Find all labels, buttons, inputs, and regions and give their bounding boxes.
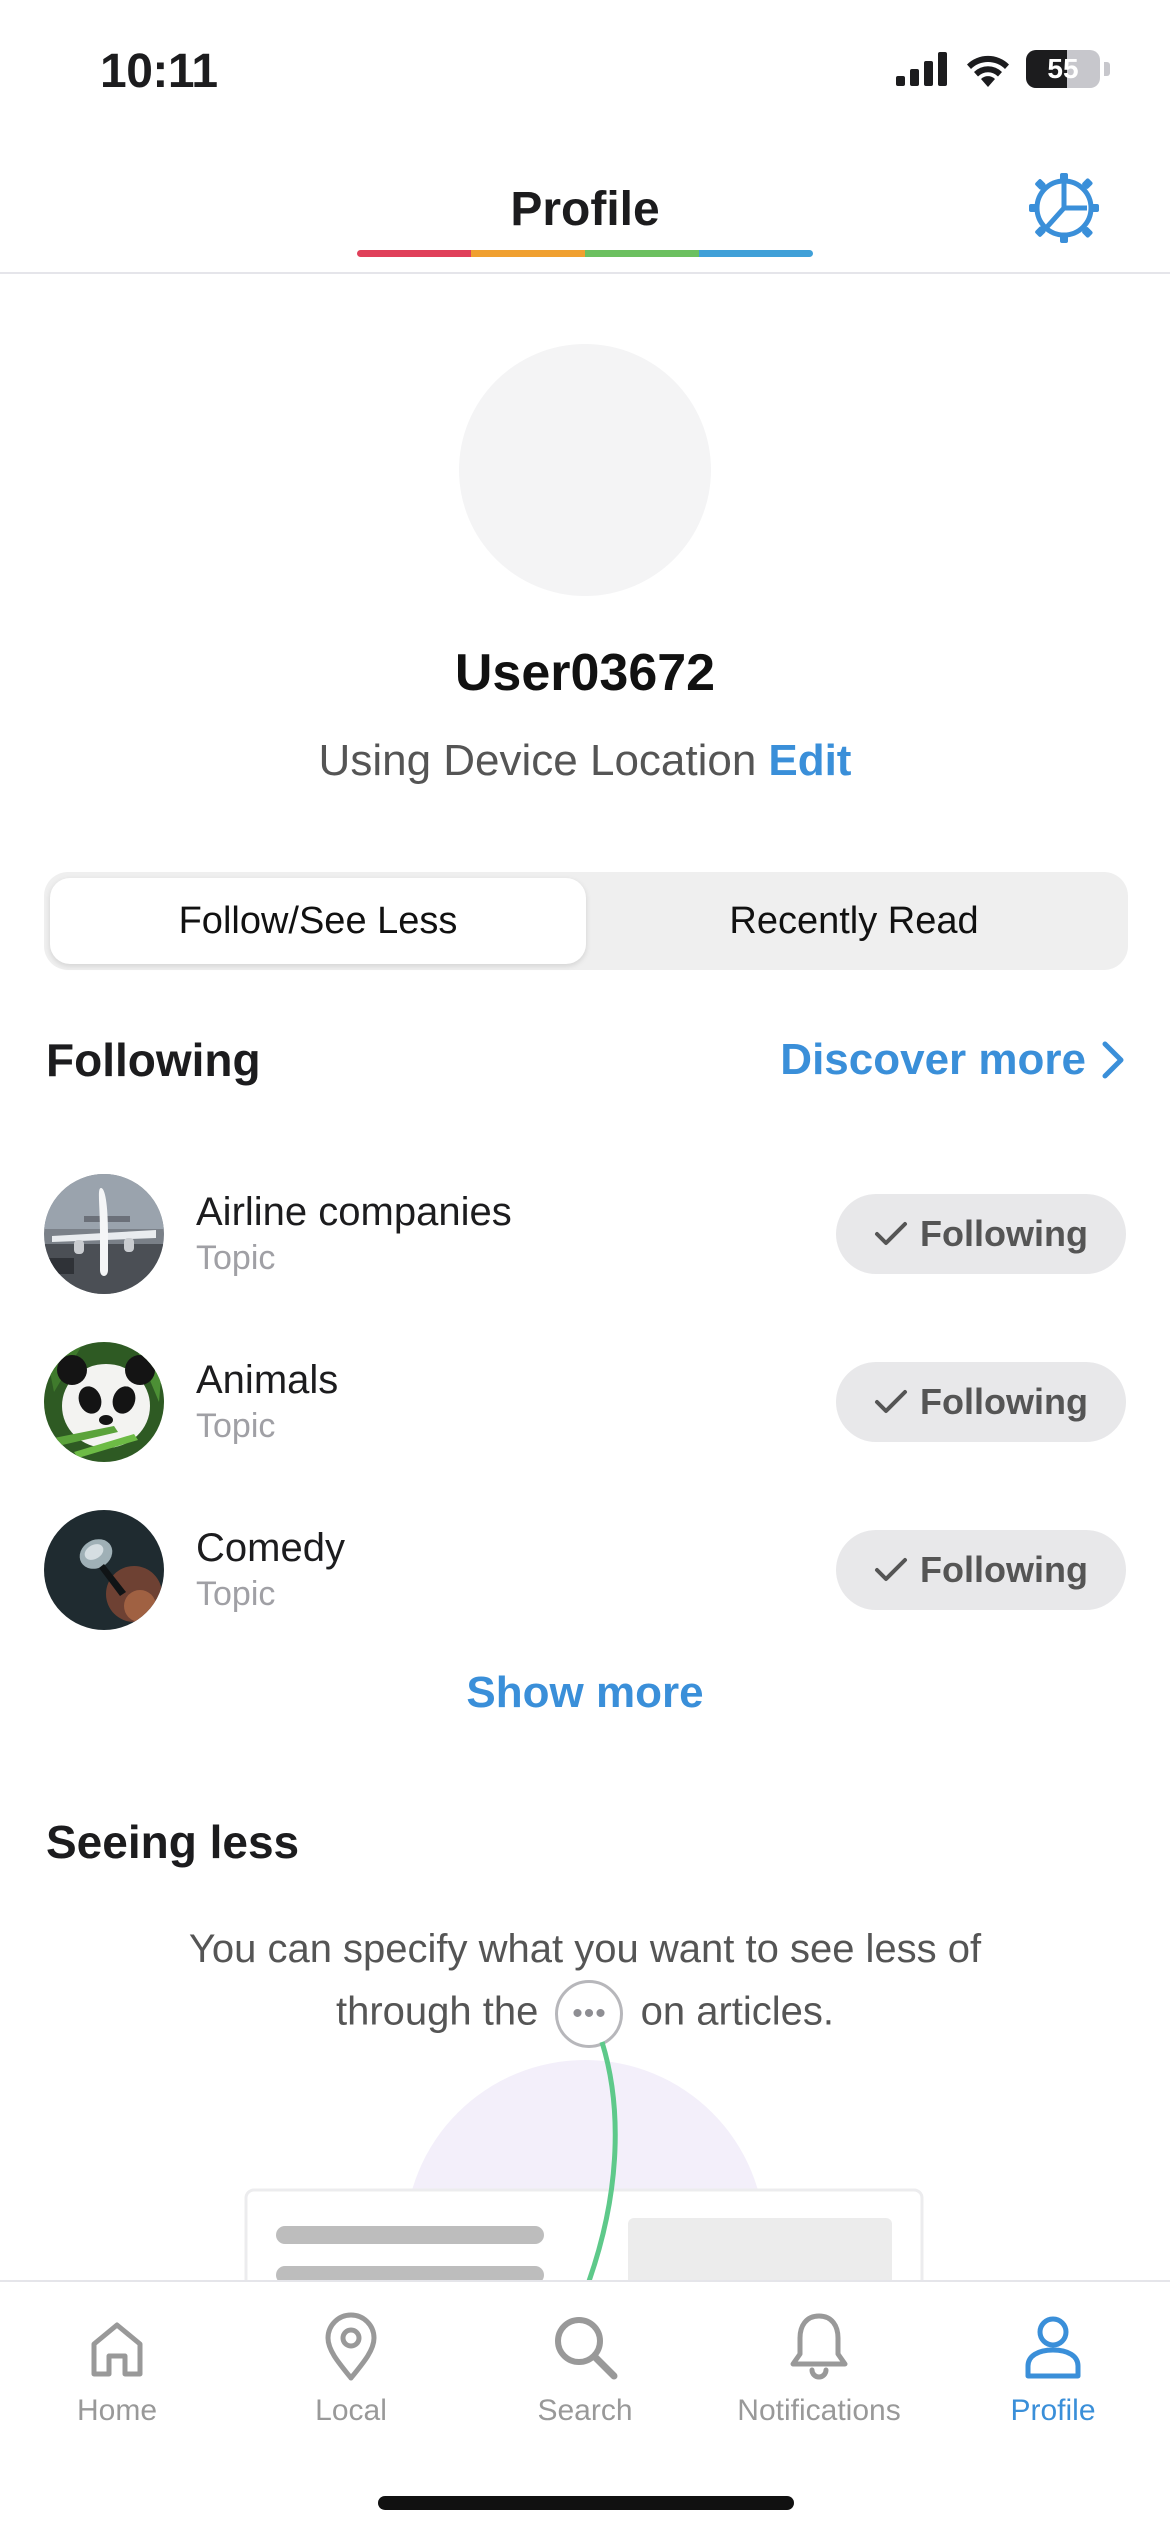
following-button[interactable]: Following — [836, 1530, 1126, 1610]
status-time: 10:11 — [100, 45, 218, 98]
list-item[interactable]: Comedy Topic Following — [44, 1486, 1126, 1654]
show-more-button[interactable]: Show more — [0, 1668, 1170, 1718]
topic-name: Airline companies — [196, 1190, 512, 1234]
location-row: Using Device Location Edit — [0, 736, 1170, 786]
person-icon — [1025, 2316, 1081, 2379]
topic-type: Topic — [196, 1407, 276, 1445]
location-text: Using Device Location — [318, 736, 757, 785]
avatar[interactable] — [459, 344, 711, 596]
following-label: Following — [920, 1381, 1088, 1422]
topic-name: Animals — [196, 1358, 339, 1402]
battery-icon: 55 — [1026, 50, 1100, 88]
following-button[interactable]: Following — [836, 1362, 1126, 1442]
home-icon — [91, 2322, 143, 2377]
following-label: Following — [920, 1549, 1088, 1590]
cellular-signal-icon — [896, 52, 947, 86]
search-icon — [555, 2317, 618, 2380]
header: Profile — [0, 140, 1170, 274]
list-item[interactable]: Airline companies Topic Following — [44, 1150, 1126, 1318]
tab-home[interactable]: Home — [0, 2282, 234, 2442]
tab-home-label: Home — [76, 2394, 158, 2427]
more-options-icon: ••• — [555, 1980, 624, 2048]
seeing-less-description: You can specify what you want to see les… — [120, 1918, 1050, 2048]
tab-recently-read[interactable]: Recently Read — [586, 878, 1122, 964]
status-icons: 55 — [896, 50, 1110, 88]
tab-search-label: Search — [537, 2394, 633, 2427]
settings-button[interactable] — [1024, 168, 1104, 248]
checkmark-icon — [875, 1558, 908, 1581]
seeing-less-title: Seeing less — [46, 1816, 300, 1868]
username: User03672 — [454, 644, 716, 702]
tab-notifications[interactable]: Notifications — [702, 2282, 936, 2442]
discover-more-label: Discover more — [780, 1035, 1086, 1084]
topic-name: Comedy — [196, 1526, 345, 1570]
status-bar: 10:11 55 — [0, 0, 1170, 140]
wifi-icon — [967, 55, 1009, 87]
title-underline — [357, 250, 813, 257]
edit-location-link[interactable]: Edit — [768, 736, 851, 785]
home-indicator[interactable] — [378, 2496, 794, 2510]
battery-nub — [1104, 62, 1110, 76]
following-label: Following — [920, 1213, 1088, 1254]
panda-thumbnail — [44, 1342, 164, 1462]
tab-local-label: Local — [315, 2394, 387, 2427]
tab-local[interactable]: Local — [234, 2282, 468, 2442]
checkmark-icon — [875, 1222, 908, 1245]
battery-level: 55 — [1047, 53, 1079, 84]
tab-search[interactable]: Search — [468, 2282, 702, 2442]
list-item[interactable]: Animals Topic Following — [44, 1318, 1126, 1486]
checkmark-icon — [875, 1390, 908, 1413]
page-title: Profile — [510, 183, 660, 236]
following-title: Following — [46, 1034, 261, 1086]
profile-segmented-control: Follow/See Less Recently Read — [44, 872, 1128, 970]
following-button[interactable]: Following — [836, 1194, 1126, 1274]
topic-type: Topic — [196, 1575, 276, 1613]
airplane-thumbnail — [44, 1174, 164, 1294]
bell-icon — [790, 2313, 848, 2380]
seeing-less-desc-after: on articles. — [640, 1989, 835, 2034]
seeing-less-illustration — [0, 2040, 1170, 2280]
tab-follow-see-less[interactable]: Follow/See Less — [50, 878, 586, 964]
chevron-right-icon — [1102, 1041, 1124, 1079]
discover-more-link[interactable]: Discover more — [780, 1035, 1126, 1085]
microphone-thumbnail — [44, 1510, 164, 1630]
tab-profile-label: Profile — [1010, 2394, 1096, 2427]
tab-bar: Home Local Search Notifications Profile — [0, 2280, 1170, 2532]
topic-type: Topic — [196, 1239, 276, 1277]
gear-icon — [1029, 173, 1099, 243]
tab-profile[interactable]: Profile — [936, 2282, 1170, 2442]
following-header: Following Discover more — [46, 1030, 1126, 1090]
following-list: Airline companies Topic Following Animal… — [44, 1150, 1126, 1654]
tab-notifications-label: Notifications — [737, 2394, 901, 2427]
location-pin-icon — [325, 2312, 377, 2381]
